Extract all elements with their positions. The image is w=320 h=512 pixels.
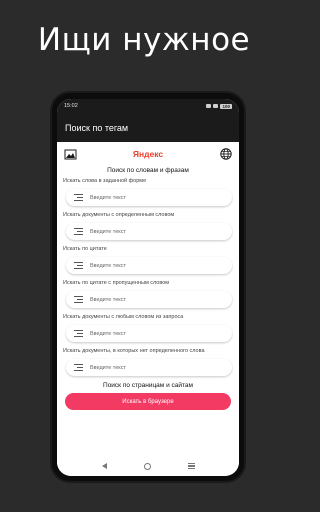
search-input[interactable] <box>90 364 210 371</box>
search-input[interactable] <box>90 296 210 303</box>
home-icon[interactable] <box>143 462 151 470</box>
search-input[interactable] <box>90 228 210 235</box>
search-input-field[interactable] <box>66 257 232 274</box>
search-input-field[interactable] <box>66 223 232 240</box>
battery-icon: 100 <box>220 103 232 109</box>
signal-icon <box>206 104 212 108</box>
wifi-icon <box>213 104 219 108</box>
globe-icon[interactable] <box>219 147 233 161</box>
status-time: 15:02 <box>64 103 78 109</box>
image-icon[interactable] <box>63 147 77 161</box>
android-nav-bar <box>57 456 239 476</box>
field-label: Искать документы, в которых нет определе… <box>63 348 205 354</box>
search-in-browser-button[interactable]: Искать в браузере <box>65 393 231 410</box>
promo-headline: Ищи нужное <box>37 22 251 58</box>
search-input[interactable] <box>90 194 210 201</box>
phone-frame: 15:02 100 Поиск по тегам Яндекс Поиск по… <box>52 93 244 481</box>
field-label: Искать слова в заданной форме <box>63 178 147 184</box>
section-title-pages: Поиск по страницам и сайтам <box>103 382 193 389</box>
field-label: Искать документы с определенным словом <box>63 212 175 218</box>
app-bar: Поиск по тегам <box>57 113 239 142</box>
search-input-field[interactable] <box>66 291 232 308</box>
app-screen: 15:02 100 Поиск по тегам Яндекс Поиск по… <box>57 99 239 476</box>
search-input-field[interactable] <box>66 359 232 376</box>
page-title: Поиск по тегам <box>65 122 129 133</box>
search-field-group: Искать слова в заданной форме <box>57 178 239 206</box>
text-lines-icon <box>74 296 83 303</box>
text-lines-icon <box>74 330 83 337</box>
text-lines-icon <box>74 228 83 235</box>
search-input[interactable] <box>90 330 210 337</box>
brand-row: Яндекс <box>57 142 239 166</box>
search-field-group: Искать документы с определенным словом <box>57 212 239 240</box>
search-input[interactable] <box>90 262 210 269</box>
field-label: Искать документы с любым словом из запро… <box>63 314 184 320</box>
field-label: Искать по цитате <box>63 246 107 252</box>
search-field-group: Искать по цитате с пропущенным словом <box>57 280 239 308</box>
search-field-group: Искать документы, в которых нет определе… <box>57 348 239 376</box>
field-label: Искать по цитате с пропущенным словом <box>63 280 170 286</box>
text-lines-icon <box>74 262 83 269</box>
status-icons: 100 <box>206 103 232 109</box>
search-field-group: Искать по цитате <box>57 246 239 274</box>
brand-logo: Яндекс <box>132 149 164 159</box>
search-input-field[interactable] <box>66 325 232 342</box>
recents-icon[interactable] <box>187 463 195 469</box>
search-input-field[interactable] <box>66 189 232 206</box>
text-lines-icon <box>74 194 83 201</box>
status-bar: 15:02 100 <box>57 99 239 113</box>
text-lines-icon <box>74 364 83 371</box>
back-icon[interactable] <box>101 463 107 469</box>
search-field-group: Искать документы с любым словом из запро… <box>57 314 239 342</box>
section-title-words: Поиск по словам и фразам <box>107 167 189 174</box>
